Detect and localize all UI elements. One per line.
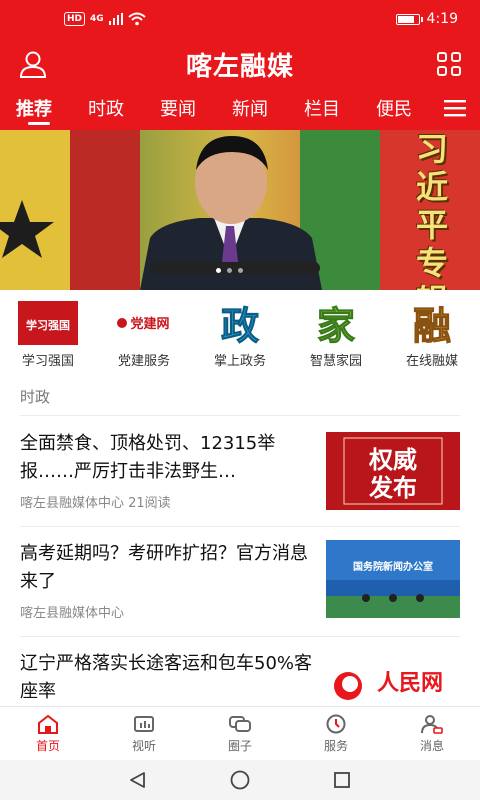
battery-icon — [395, 13, 423, 25]
tab-politics[interactable]: 时政 — [88, 95, 124, 121]
home-icon — [38, 714, 58, 734]
authority-release-image: 权威发布 — [326, 432, 460, 510]
active-tab-indicator — [28, 122, 50, 125]
apps-grid-icon[interactable] — [436, 51, 462, 77]
banner-title: 习近平专辑 — [415, 130, 448, 290]
carousel-dot[interactable] — [227, 268, 232, 273]
news-meta: 喀左县融媒体中心 — [20, 606, 125, 621]
tab-recommend[interactable]: 推荐 — [16, 95, 52, 121]
divider — [20, 636, 460, 637]
svg-text:家: 家 — [317, 304, 355, 345]
people-cn-logo: 人民网 — [326, 658, 460, 706]
tab-columns[interactable]: 栏目 — [304, 95, 340, 121]
news-title[interactable]: 全面禁食、顶格处罚、12315举报……严厉打击非法野生… — [20, 430, 314, 486]
nav-label: 视听 — [131, 739, 156, 753]
nav-circle[interactable]: 圈子 — [205, 713, 275, 754]
hd-indicator: HD — [64, 12, 86, 26]
shortcut-home[interactable]: 家 智慧家园 — [288, 300, 384, 370]
clock-service-icon — [326, 714, 346, 734]
signal-icon — [108, 13, 123, 25]
svg-text:政: 政 — [221, 304, 259, 345]
tv-icon — [134, 716, 154, 732]
home-logo: 家 — [306, 300, 366, 346]
app-header: 喀左融媒 — [0, 40, 480, 88]
svg-text:权威: 权威 — [368, 445, 417, 474]
divider — [20, 415, 460, 416]
news-meta: 喀左县融媒体中心 21阅读 — [20, 496, 171, 511]
nav-label: 服务 — [323, 739, 348, 753]
news-thumbnail[interactable]: 国务院新闻办公室 — [326, 540, 460, 618]
clock: 4:19 — [426, 11, 458, 27]
network-type: 4G — [90, 14, 104, 24]
wifi-icon — [128, 12, 146, 26]
tab-headlines[interactable]: 要闻 — [160, 95, 196, 121]
recent-apps-icon[interactable] — [332, 770, 352, 790]
chat-icon — [229, 716, 251, 732]
svg-text:国务院新闻办公室: 国务院新闻办公室 — [353, 560, 433, 573]
nav-home[interactable]: 首页 — [13, 713, 83, 754]
nav-media[interactable]: 视听 — [109, 713, 179, 754]
nav-messages[interactable]: 消息 — [397, 713, 467, 754]
tab-news[interactable]: 新闻 — [232, 95, 268, 121]
news-thumbnail[interactable]: 权威 发布 — [326, 432, 460, 510]
banner-carousel[interactable]: 习近平专辑 — [0, 130, 480, 290]
status-bar: HD 4G 4:19 — [0, 0, 480, 40]
tab-convenience[interactable]: 便民 — [376, 95, 412, 121]
nav-label: 圈子 — [227, 739, 252, 753]
nav-label: 消息 — [419, 739, 444, 753]
home-circle-icon[interactable] — [229, 769, 251, 791]
press-conference-image: 国务院新闻办公室 — [326, 540, 460, 618]
back-icon[interactable] — [128, 770, 148, 790]
svg-text:学习强国: 学习强国 — [26, 318, 70, 332]
shortcut-grid: 学习强国 学习强国 党建网 党建服务 政 掌上政务 家 智慧家园 融 在线融媒 — [0, 300, 480, 370]
news-item[interactable]: 辽宁严格落实长途客运和包车50%客座率 人民网 — [20, 650, 460, 710]
status-left: HD 4G — [64, 12, 146, 26]
shortcut-label: 在线融媒 — [405, 354, 458, 369]
channel-tabs: 推荐 时政 要闻 新闻 栏目 便民 — [0, 88, 480, 130]
carousel-dot[interactable] — [238, 268, 243, 273]
menu-icon[interactable] — [444, 98, 466, 118]
shortcut-label: 掌上政务 — [213, 354, 266, 369]
carousel-dot[interactable] — [216, 268, 221, 273]
government-logo: 政 — [210, 300, 270, 346]
divider — [20, 526, 460, 527]
shortcut-party[interactable]: 党建网 党建服务 — [96, 300, 192, 369]
shortcut-media[interactable]: 融 在线融媒 — [384, 300, 480, 370]
svg-text:党建网: 党建网 — [130, 316, 169, 331]
shortcut-xuexi[interactable]: 学习强国 学习强国 — [0, 300, 96, 369]
shortcut-label: 智慧家园 — [309, 354, 362, 369]
news-item[interactable]: 全面禁食、顶格处罚、12315举报……严厉打击非法野生… 喀左县融媒体中心 21… — [20, 430, 460, 526]
news-thumbnail[interactable]: 人民网 — [326, 658, 460, 706]
news-item[interactable]: 高考延期吗？考研咋扩招？官方消息来了 喀左县融媒体中心 国务院新闻办公室 — [20, 540, 460, 636]
carousel-indicators — [216, 268, 243, 273]
party-logo: 党建网 — [114, 300, 174, 346]
svg-text:融: 融 — [413, 304, 451, 345]
user-message-icon — [421, 715, 443, 734]
section-title: 时政 — [20, 388, 51, 406]
xuexi-logo: 学习强国 — [18, 300, 78, 346]
media-logo: 融 — [402, 300, 462, 346]
shortcut-label: 党建服务 — [117, 354, 170, 369]
bottom-navigation: 首页 视听 圈子 服务 消息 — [0, 706, 480, 760]
status-right: 4:19 — [395, 11, 458, 27]
app-title: 喀左融媒 — [185, 52, 294, 82]
system-navigation-bar — [0, 760, 480, 800]
svg-text:人民网: 人民网 — [377, 670, 443, 696]
news-title[interactable]: 辽宁严格落实长途客运和包车50%客座率 — [20, 650, 314, 706]
news-title[interactable]: 高考延期吗？考研咋扩招？官方消息来了 — [20, 540, 314, 596]
nav-label: 首页 — [35, 739, 60, 753]
shortcut-government[interactable]: 政 掌上政务 — [192, 300, 288, 370]
battery-level — [397, 15, 415, 23]
svg-text:发布: 发布 — [368, 473, 417, 502]
banner-image — [0, 130, 480, 290]
shortcut-label: 学习强国 — [21, 354, 74, 369]
nav-service[interactable]: 服务 — [301, 713, 371, 754]
